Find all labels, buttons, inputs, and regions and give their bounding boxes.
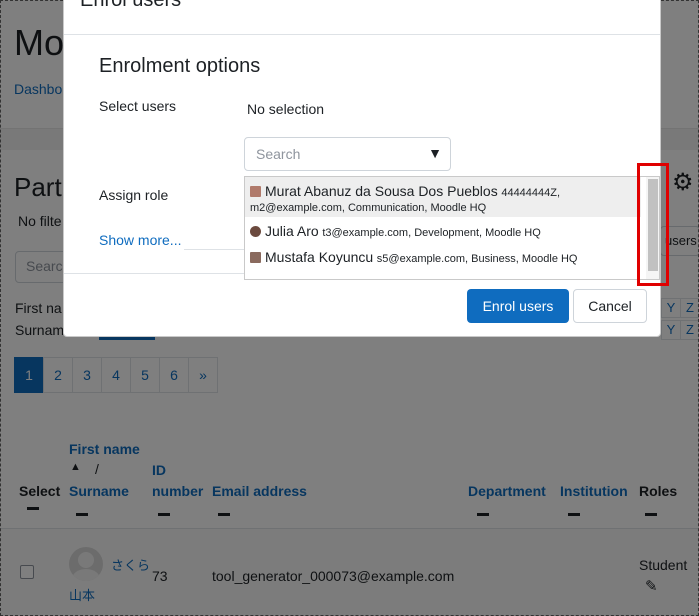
- option-details: m2@example.com, Communication, Moodle HQ: [250, 202, 487, 214]
- search-placeholder: Search: [256, 146, 301, 162]
- user-search-select[interactable]: Search ▼: [244, 137, 451, 171]
- divider: [184, 249, 244, 250]
- list-item[interactable]: Julia Aro t3@example.com, Development, M…: [245, 223, 641, 247]
- enrol-users-button[interactable]: Enrol users: [467, 289, 569, 323]
- enrolment-options-heading: Enrolment options: [99, 55, 261, 77]
- option-name: Mustafa Koyuncu: [265, 249, 374, 265]
- assign-role-label: Assign role: [99, 187, 169, 203]
- option-name: Julia Aro: [265, 223, 319, 239]
- enrol-users-modal: Enrol users Enrolment options Select use…: [63, 0, 661, 337]
- option-name: Murat Abanuz da Sousa Dos Pueblos: [265, 183, 498, 199]
- show-more-link[interactable]: Show more...: [99, 232, 181, 248]
- modal-title: Enrol users: [80, 0, 182, 11]
- modal-header: Enrol users: [64, 0, 660, 35]
- user-picture-icon: [250, 226, 261, 237]
- option-details: t3@example.com, Development, Moodle HQ: [322, 227, 541, 239]
- selection-value: No selection: [247, 101, 325, 117]
- highlight-box: [637, 163, 669, 286]
- list-item[interactable]: Mustafa Koyuncu s5@example.com, Business…: [245, 249, 641, 273]
- user-picture-icon: [250, 186, 261, 197]
- select-users-label: Select users: [99, 98, 177, 114]
- option-details: s5@example.com, Business, Moodle HQ: [376, 253, 578, 265]
- user-suggestions-list: Murat Abanuz da Sousa Dos Pueblos 444444…: [244, 176, 660, 280]
- option-id: 44444444Z,: [501, 187, 561, 199]
- list-item[interactable]: Murat Abanuz da Sousa Dos Pueblos 444444…: [245, 177, 641, 217]
- chevron-down-icon[interactable]: ▼: [428, 145, 442, 161]
- cancel-button[interactable]: Cancel: [573, 289, 647, 323]
- user-picture-icon: [250, 252, 261, 263]
